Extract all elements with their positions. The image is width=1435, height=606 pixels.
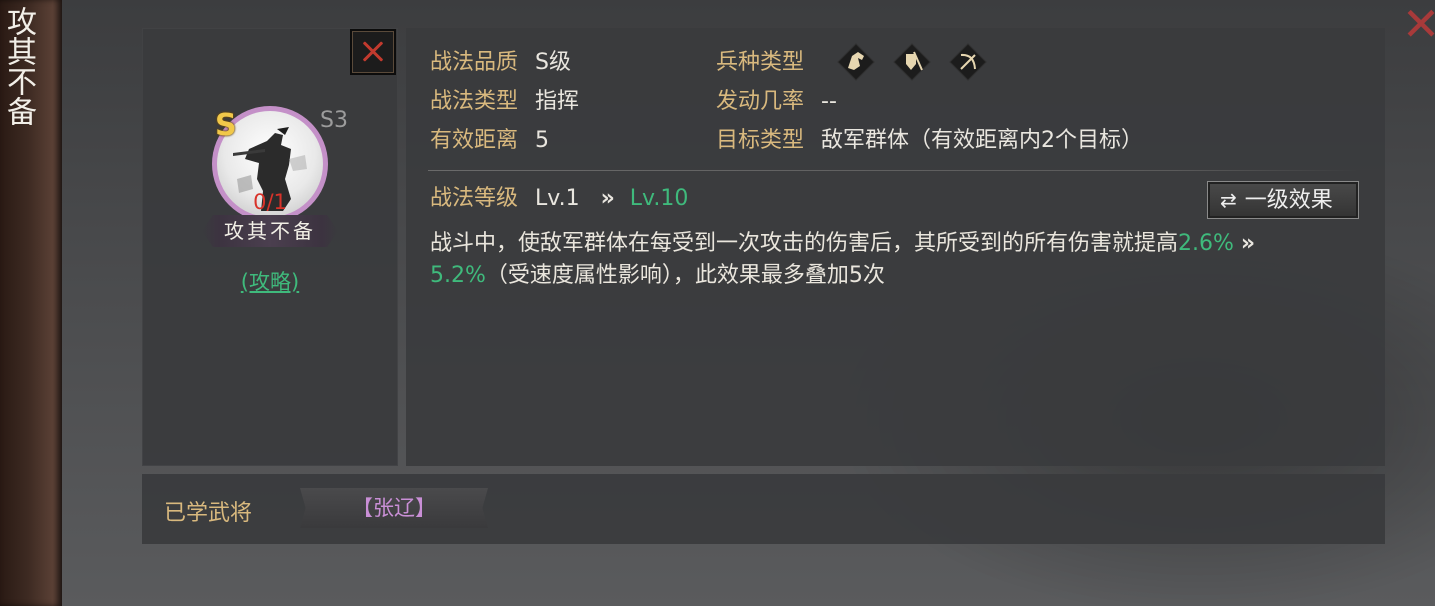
desc-part2: （受速度属性影响），此效果最多叠加5次 <box>485 263 885 288</box>
trigger-value: -- <box>821 89 837 114</box>
shield-infantry-icon <box>892 42 932 82</box>
swap-icon: ⇄ <box>1220 188 1237 212</box>
desc-part1: 战斗中，使敌军群体在每受到一次攻击的伤害后，其所受到的所有伤害就提高 <box>430 231 1179 256</box>
archer-icon <box>948 42 988 82</box>
type-value: 指挥 <box>535 89 580 114</box>
side-title-strip: 攻其不备 <box>0 0 62 606</box>
level-from: Lv.1 <box>535 186 580 211</box>
quality-label: 战法品质 <box>430 50 519 75</box>
learned-generals-label: 已学武将 <box>164 501 253 526</box>
close-button[interactable] <box>350 29 396 75</box>
level-to: Lv.10 <box>629 186 689 211</box>
target-label: 目标类型 <box>716 128 805 153</box>
skill-name-ribbon: 攻其不备 <box>202 215 338 247</box>
troop-label: 兵种类型 <box>716 50 805 75</box>
desc-value-to: 5.2% <box>430 263 486 288</box>
divider <box>428 170 1360 171</box>
cavalry-icon <box>836 42 876 82</box>
skill-card-panel <box>142 28 398 466</box>
range-value: 5 <box>535 128 550 153</box>
quality-value: S级 <box>535 50 571 75</box>
desc-arrow-icon: » <box>1240 231 1256 256</box>
grade-s-badge: S <box>215 108 237 143</box>
level-effect-button[interactable]: ⇄ 一级效果 <box>1207 181 1359 219</box>
trigger-label: 发动几率 <box>716 89 805 114</box>
side-title: 攻其不备 <box>1 6 36 126</box>
effect-button-label: 一级效果 <box>1244 188 1333 213</box>
strategy-link[interactable]: (攻略) <box>212 266 328 296</box>
season-label: S3 <box>320 108 348 133</box>
window-close-icon[interactable]: ✕ <box>1401 2 1435 46</box>
level-label: 战法等级 <box>430 186 519 211</box>
target-value: 敌军群体（有效距离内2个目标） <box>821 128 1144 153</box>
desc-value-from: 2.6% <box>1178 231 1234 256</box>
skill-description: 战斗中，使敌军群体在每受到一次攻击的伤害后，其所受到的所有伤害就提高2.6% »… <box>430 228 1370 292</box>
level-arrow-icon: » <box>600 186 615 211</box>
range-label: 有效距离 <box>430 128 519 153</box>
type-label: 战法类型 <box>430 89 519 114</box>
general-tag[interactable]: 【张辽】 <box>300 488 488 528</box>
skill-count: 0/1 <box>253 190 287 214</box>
